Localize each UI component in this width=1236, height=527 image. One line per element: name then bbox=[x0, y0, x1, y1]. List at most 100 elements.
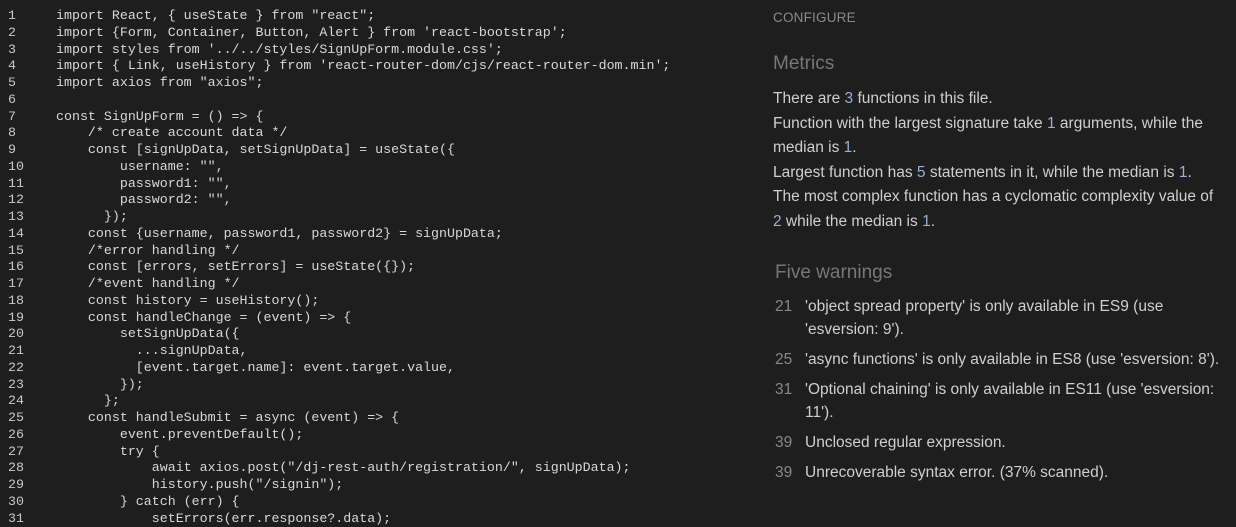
code-line: 7 const SignUpForm = () => { bbox=[0, 109, 740, 126]
line-number: 12 bbox=[8, 192, 38, 209]
code-text: const {username, password1, password2} =… bbox=[56, 226, 503, 243]
code-line: 4import { Link, useHistory } from 'react… bbox=[0, 58, 740, 75]
code-line: 23 }); bbox=[0, 377, 740, 394]
code-line: 21 ...signUpData, bbox=[0, 343, 740, 360]
code-line: 5 import axios from "axios"; bbox=[0, 75, 740, 92]
warning-text: 'Optional chaining' is only available in… bbox=[805, 378, 1225, 424]
warning-item[interactable]: 39Unclosed regular expression. bbox=[775, 431, 1225, 454]
metric-signature: Function with the largest signature take… bbox=[773, 112, 1223, 161]
code-text: /* create account data */ bbox=[56, 125, 287, 142]
metric-function-count: There are 3 functions in this file. bbox=[773, 87, 1223, 112]
line-number: 26 bbox=[8, 427, 38, 444]
code-text: } catch (err) { bbox=[56, 494, 240, 511]
code-line: 9 const [signUpData, setSignUpData] = us… bbox=[0, 142, 740, 159]
code-line: 19 const handleChange = (event) => { bbox=[0, 310, 740, 327]
code-text: import { Link, useHistory } from 'react-… bbox=[56, 58, 670, 75]
code-text: const handleSubmit = async (event) => { bbox=[56, 410, 399, 427]
code-text: const SignUpForm = () => { bbox=[56, 109, 263, 126]
line-number: 13 bbox=[8, 209, 38, 226]
code-line: 20 setSignUpData({ bbox=[0, 326, 740, 343]
code-editor[interactable]: 1import React, { useState } from "react"… bbox=[0, 8, 740, 527]
warning-item[interactable]: 21'object spread property' is only avail… bbox=[775, 295, 1225, 341]
warning-text: Unclosed regular expression. bbox=[805, 431, 1225, 454]
line-number: 5 bbox=[8, 75, 38, 92]
line-number: 16 bbox=[8, 259, 38, 276]
code-text: import axios from "axios"; bbox=[56, 75, 263, 92]
line-number: 24 bbox=[8, 393, 38, 410]
line-number: 19 bbox=[8, 310, 38, 327]
code-text: [event.target.name]: event.target.value, bbox=[56, 360, 455, 377]
warning-line: 39 bbox=[775, 461, 805, 484]
code-line: 30 } catch (err) { bbox=[0, 494, 740, 511]
line-number: 21 bbox=[8, 343, 38, 360]
code-line: 17 /*event handling */ bbox=[0, 276, 740, 293]
code-line: 18 const history = useHistory(); bbox=[0, 293, 740, 310]
line-number: 30 bbox=[8, 494, 38, 511]
code-text: }); bbox=[56, 209, 128, 226]
code-text: /*event handling */ bbox=[56, 276, 240, 293]
line-number: 18 bbox=[8, 293, 38, 310]
code-line: 16 const [errors, setErrors] = useState(… bbox=[0, 259, 740, 276]
metrics-heading: Metrics bbox=[773, 53, 834, 75]
code-line: 27 try { bbox=[0, 444, 740, 461]
line-number: 3 bbox=[8, 42, 38, 59]
line-number: 9 bbox=[8, 142, 38, 159]
line-number: 17 bbox=[8, 276, 38, 293]
code-line: 6 bbox=[0, 92, 740, 109]
configure-link[interactable]: CONFIGURE bbox=[773, 10, 856, 25]
code-line: 11 password1: "", bbox=[0, 176, 740, 193]
code-line: 26 event.preventDefault(); bbox=[0, 427, 740, 444]
line-number: 31 bbox=[8, 511, 38, 527]
code-text: const handleChange = (event) => { bbox=[56, 310, 351, 327]
code-line: 12 password2: "", bbox=[0, 192, 740, 209]
warning-line: 21 bbox=[775, 295, 805, 341]
code-text: /*error handling */ bbox=[56, 243, 240, 260]
line-number: 20 bbox=[8, 326, 38, 343]
code-line: 14 const {username, password1, password2… bbox=[0, 226, 740, 243]
code-line: 24 }; bbox=[0, 393, 740, 410]
line-number: 25 bbox=[8, 410, 38, 427]
warnings-list: 21'object spread property' is only avail… bbox=[775, 295, 1225, 491]
code-line: 1import React, { useState } from "react"… bbox=[0, 8, 740, 25]
code-line: 10 username: "", bbox=[0, 159, 740, 176]
code-text: history.push("/signin"); bbox=[56, 477, 343, 494]
code-text: setSignUpData({ bbox=[56, 326, 240, 343]
line-number: 14 bbox=[8, 226, 38, 243]
warning-item[interactable]: 25'async functions' is only available in… bbox=[775, 348, 1225, 371]
code-line: 8 /* create account data */ bbox=[0, 125, 740, 142]
warnings-heading: Five warnings bbox=[775, 262, 892, 284]
code-line: 15 /*error handling */ bbox=[0, 243, 740, 260]
metric-complexity: The most complex function has a cyclomat… bbox=[773, 185, 1223, 234]
code-line: 25 const handleSubmit = async (event) =>… bbox=[0, 410, 740, 427]
code-text: password1: "", bbox=[56, 176, 232, 193]
line-number: 7 bbox=[8, 109, 38, 126]
code-text: username: "", bbox=[56, 159, 224, 176]
warning-text: Unrecoverable syntax error. (37% scanned… bbox=[805, 461, 1225, 484]
code-text: await axios.post("/dj-rest-auth/registra… bbox=[56, 460, 631, 477]
warning-line: 31 bbox=[775, 378, 805, 424]
line-number: 29 bbox=[8, 477, 38, 494]
code-text: import {Form, Container, Button, Alert }… bbox=[56, 25, 567, 42]
code-text: const [signUpData, setSignUpData] = useS… bbox=[56, 142, 455, 159]
code-text: const [errors, setErrors] = useState({})… bbox=[56, 259, 415, 276]
warning-item[interactable]: 31'Optional chaining' is only available … bbox=[775, 378, 1225, 424]
line-number: 15 bbox=[8, 243, 38, 260]
code-text: setErrors(err.response?.data); bbox=[56, 511, 391, 527]
code-text: }); bbox=[56, 377, 144, 394]
line-number: 27 bbox=[8, 444, 38, 461]
line-number: 10 bbox=[8, 159, 38, 176]
code-line: 28 await axios.post("/dj-rest-auth/regis… bbox=[0, 460, 740, 477]
code-line: 3 import styles from '../../styles/SignUp… bbox=[0, 42, 740, 59]
code-line: 22 [event.target.name]: event.target.val… bbox=[0, 360, 740, 377]
warning-text: 'async functions' is only available in E… bbox=[805, 348, 1225, 371]
warning-item[interactable]: 39Unrecoverable syntax error. (37% scann… bbox=[775, 461, 1225, 484]
metrics-list: There are 3 functions in this file. Func… bbox=[773, 87, 1223, 234]
code-text: const history = useHistory(); bbox=[56, 293, 319, 310]
line-number: 28 bbox=[8, 460, 38, 477]
line-number: 2 bbox=[8, 25, 38, 42]
line-number: 23 bbox=[8, 377, 38, 394]
line-number: 1 bbox=[8, 8, 38, 25]
code-line: 31 setErrors(err.response?.data); bbox=[0, 511, 740, 527]
line-number: 6 bbox=[8, 92, 38, 109]
code-text: import styles from '../../styles/SignUpF… bbox=[56, 42, 503, 59]
